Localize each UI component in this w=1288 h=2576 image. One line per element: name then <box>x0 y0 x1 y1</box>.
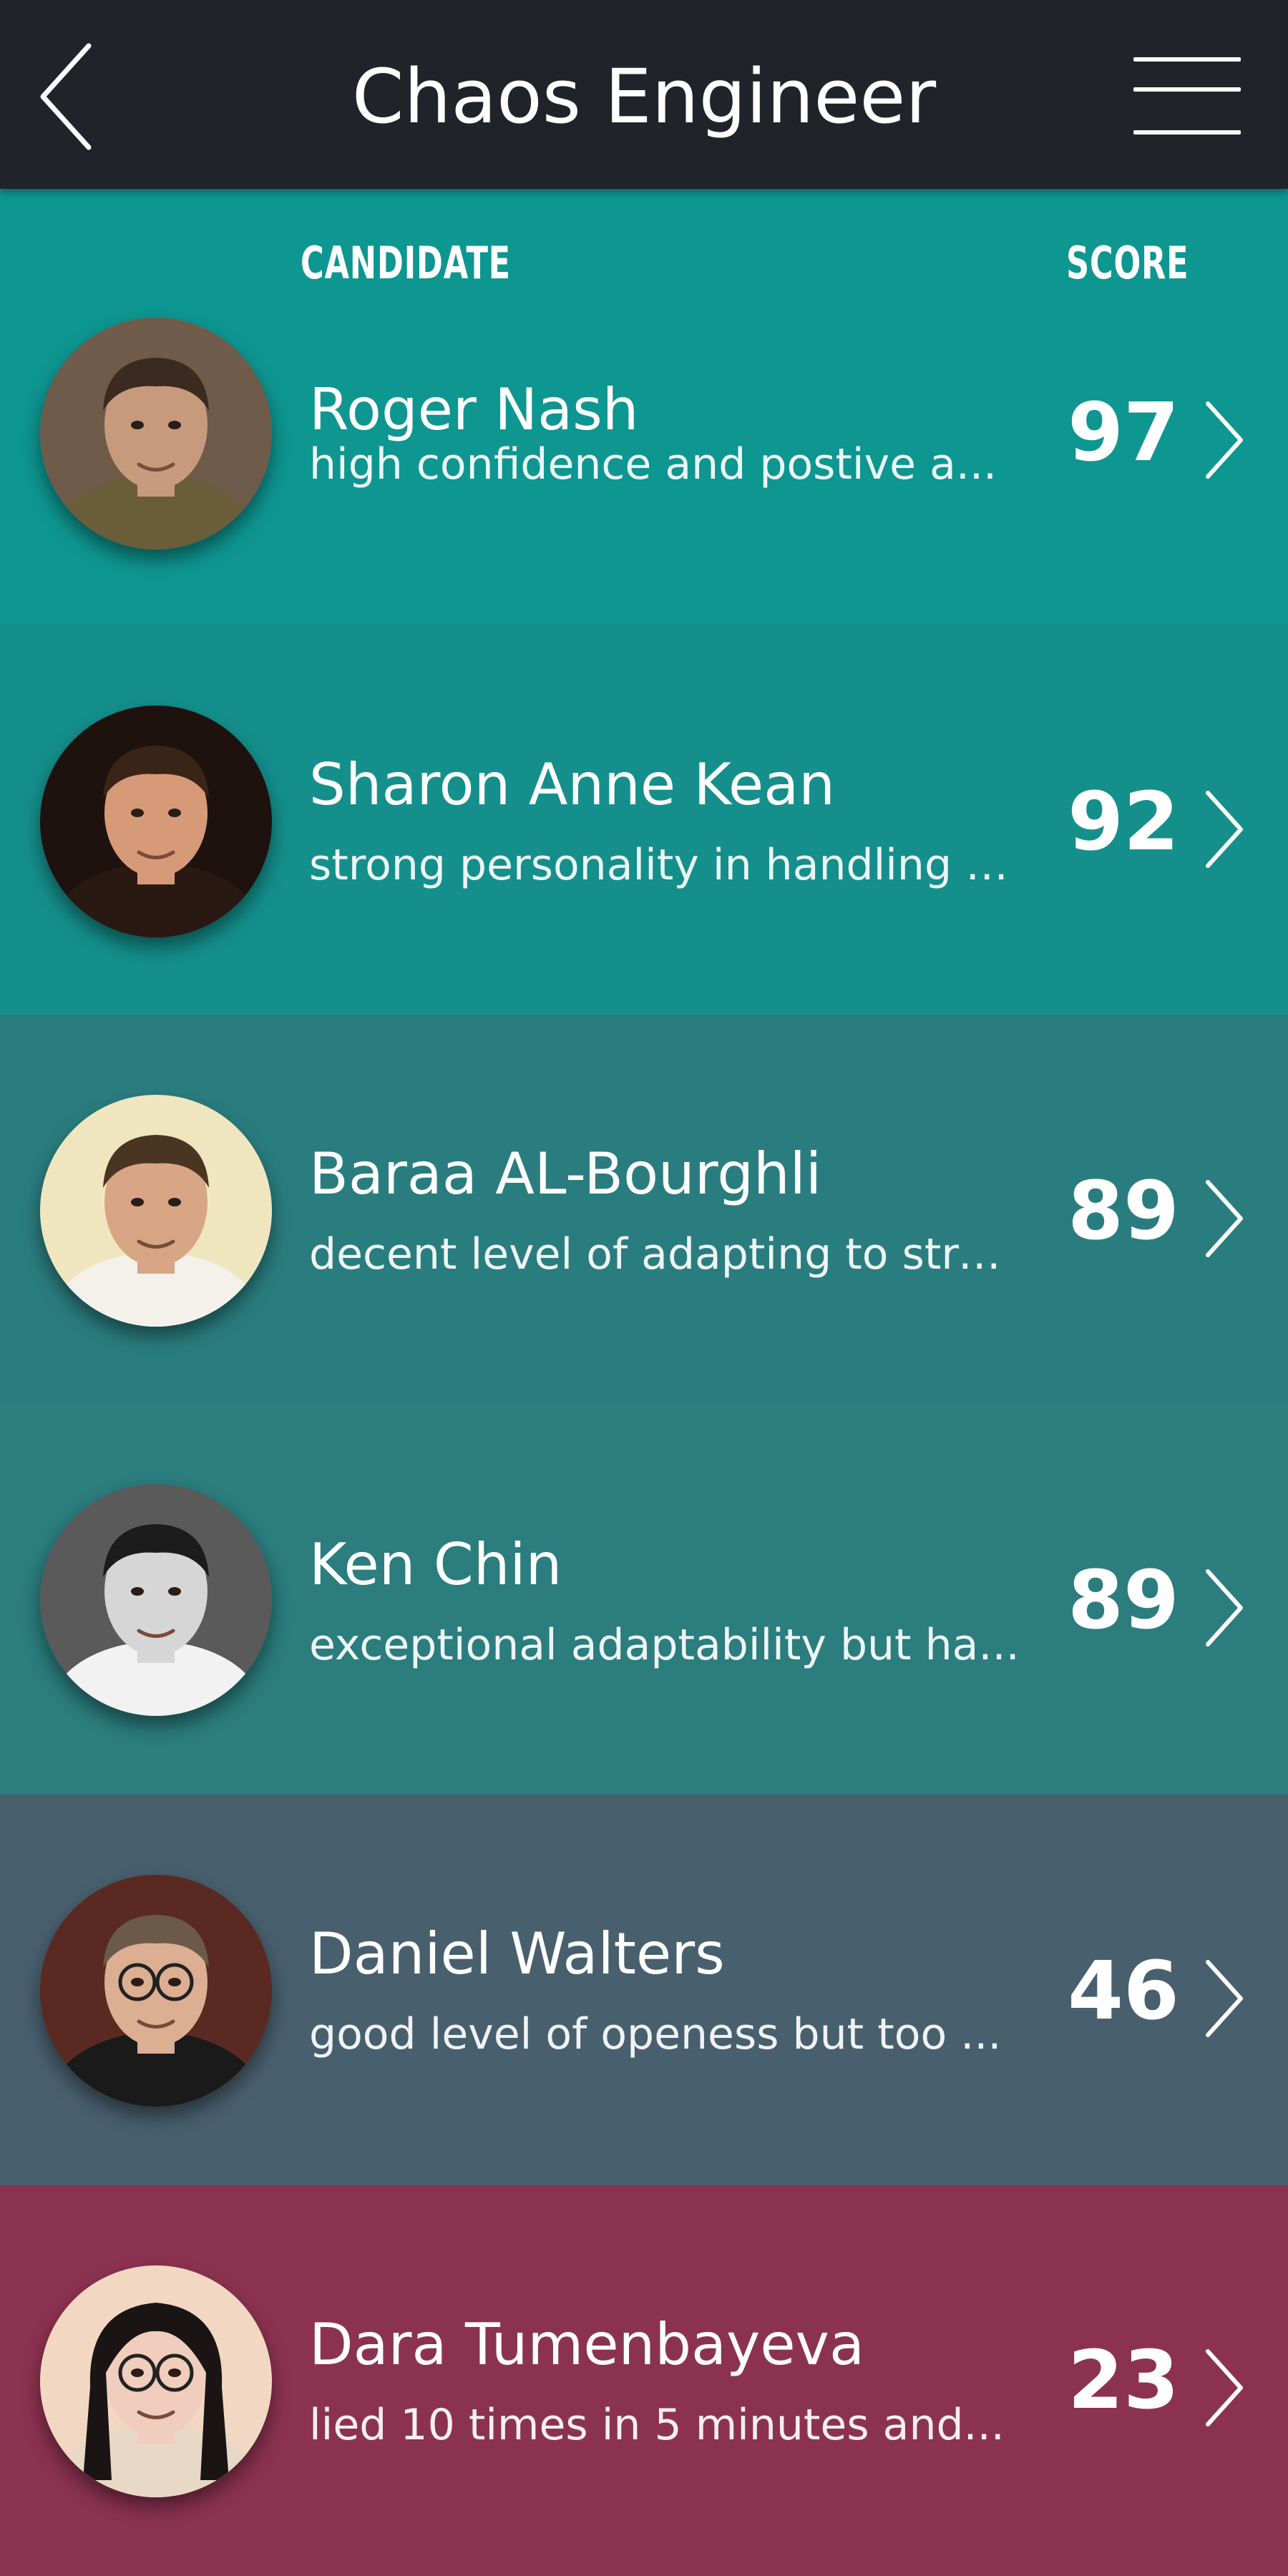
avatar-photo <box>40 706 272 937</box>
candidate-name: Ken Chin <box>309 1531 562 1598</box>
candidate-row[interactable]: Sharon Anne Kean strong personality in ha… <box>0 624 1288 1015</box>
candidate-description: high confidence and postive a... <box>309 439 997 489</box>
candidate-name: Roger Nash <box>309 376 639 443</box>
column-header-score: SCORE <box>1066 237 1189 289</box>
candidate-row[interactable]: Baraa AL-Bourghli decent level of adaptin… <box>0 1015 1288 1404</box>
avatar-photo <box>40 1095 272 1327</box>
avatar <box>40 706 272 937</box>
avatar <box>40 318 272 550</box>
avatar-eye <box>168 1978 181 1986</box>
avatar-photo <box>40 1484 272 1716</box>
candidate-description: exceptional adaptability but ha... <box>309 1620 1020 1670</box>
avatar-eye <box>131 421 144 429</box>
candidate-row[interactable]: Daniel Walters good level of openess but … <box>0 1795 1288 2185</box>
avatar-photo <box>40 2265 272 2497</box>
candidate-row[interactable]: Dara Tumenbayeva lied 10 times in 5 minut… <box>0 2185 1288 2576</box>
avatar-eye <box>168 809 181 817</box>
candidate-score: 46 <box>1068 1945 1179 2038</box>
back-button[interactable] <box>29 36 107 157</box>
avatar-eye <box>131 2368 144 2377</box>
chevron-right-icon[interactable] <box>1199 1172 1249 1265</box>
candidate-description: lied 10 times in 5 minutes and... <box>309 2400 1005 2450</box>
candidate-score: 23 <box>1068 2334 1179 2427</box>
chevron-right-icon[interactable] <box>1199 1952 1249 2045</box>
candidate-name: Daniel Walters <box>309 1921 725 1987</box>
column-header-candidate: CANDIDATE <box>301 237 511 289</box>
candidate-name: Sharon Anne Kean <box>309 751 835 818</box>
chevron-left-icon <box>40 43 92 150</box>
candidate-score: 92 <box>1068 776 1179 869</box>
candidate-score: 89 <box>1068 1165 1179 1258</box>
avatar-eye <box>168 1198 181 1206</box>
candidate-description: strong personality in handling c... <box>309 840 1025 890</box>
candidate-description: good level of openess but too ... <box>309 2009 1002 2059</box>
hamburger-line <box>1133 130 1241 135</box>
chevron-right-icon[interactable] <box>1199 1561 1249 1654</box>
avatar <box>40 1875 272 2107</box>
avatar-eye <box>131 1587 144 1596</box>
app-root: Chaos Engineer CANDIDATE SCORE Roger Nas… <box>0 0 1288 2576</box>
avatar <box>40 2265 272 2497</box>
menu-button[interactable] <box>1123 50 1245 143</box>
header-bar: Chaos Engineer <box>0 0 1288 189</box>
candidate-score: 89 <box>1068 1554 1179 1647</box>
avatar-photo <box>40 318 272 550</box>
avatar-photo <box>40 1875 272 2107</box>
hamburger-line <box>1133 87 1241 92</box>
chevron-right-icon[interactable] <box>1199 394 1249 487</box>
avatar-eye <box>131 809 144 817</box>
avatar-eye <box>131 1198 144 1206</box>
avatar-eye <box>168 421 181 429</box>
chevron-right-icon[interactable] <box>1199 2341 1249 2434</box>
page-title: Chaos Engineer <box>351 53 937 140</box>
candidate-name: Dara Tumenbayeva <box>309 2311 864 2378</box>
chevron-right-icon[interactable] <box>1199 783 1249 876</box>
candidate-name: Baraa AL-Bourghli <box>309 1141 822 1207</box>
avatar <box>40 1095 272 1327</box>
candidate-score: 97 <box>1068 386 1179 479</box>
avatar-eye <box>131 1978 144 1986</box>
hamburger-menu-icon <box>1133 57 1241 62</box>
avatar-eye <box>168 2368 181 2377</box>
candidate-description: decent level of adapting to stre... <box>309 1229 1025 1279</box>
avatar-eye <box>168 1587 181 1596</box>
avatar <box>40 1484 272 1716</box>
candidate-row[interactable]: Ken Chin exceptional adaptability but ha.… <box>0 1404 1288 1795</box>
